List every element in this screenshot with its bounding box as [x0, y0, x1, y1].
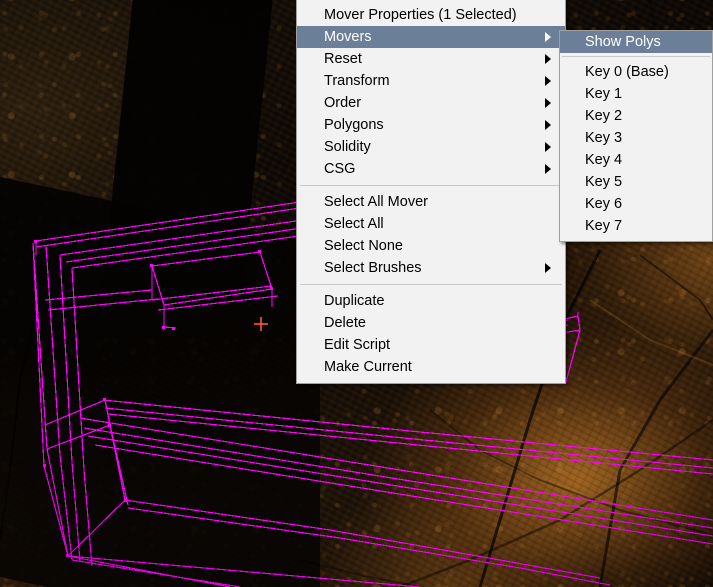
context-menu-item-select-all[interactable]: Select All	[297, 213, 565, 235]
context-menu-item-mover-properties-1-selected[interactable]: Mover Properties (1 Selected)	[297, 4, 565, 26]
menu-item-label: Movers	[324, 29, 372, 45]
context-menu-item-duplicate[interactable]: Duplicate	[297, 290, 565, 312]
menu-item-label: Key 4	[585, 152, 623, 168]
menu-separator	[300, 284, 562, 285]
submenu-item-key-7[interactable]: Key 7	[560, 215, 712, 237]
menu-item-label: Select None	[324, 238, 403, 254]
submenu-item-key-0-base[interactable]: Key 0 (Base)	[560, 61, 712, 83]
menu-separator	[562, 56, 710, 57]
context-menu-item-select-all-mover[interactable]: Select All Mover	[297, 191, 565, 213]
context-menu-item-solidity[interactable]: Solidity	[297, 136, 565, 158]
context-menu-item-transform[interactable]: Transform	[297, 70, 565, 92]
menu-item-label: Reset	[324, 51, 362, 67]
menu-item-label: CSG	[324, 161, 356, 177]
menu-item-label: Select Brushes	[324, 260, 422, 276]
submenu-item-show-polys[interactable]: Show Polys	[560, 31, 712, 53]
menu-item-label: Transform	[324, 73, 390, 89]
context-menu-item-select-none[interactable]: Select None	[297, 235, 565, 257]
submenu-item-key-2[interactable]: Key 2	[560, 105, 712, 127]
menu-item-label: Key 5	[585, 174, 623, 190]
context-menu-item-reset[interactable]: Reset	[297, 48, 565, 70]
menu-item-label: Select All	[324, 216, 384, 232]
submenu-chevron-right-icon	[545, 164, 551, 174]
submenu-chevron-right-icon	[545, 263, 551, 273]
menu-item-label: Delete	[324, 315, 366, 331]
context-menu-item-delete[interactable]: Delete	[297, 312, 565, 334]
menu-item-label: Key 7	[585, 218, 623, 234]
menu-item-label: Edit Script	[324, 337, 391, 353]
submenu-chevron-right-icon	[545, 76, 551, 86]
menu-item-label: Make Current	[324, 359, 412, 375]
submenu-item-key-3[interactable]: Key 3	[560, 127, 712, 149]
menu-item-label: Mover Properties (1 Selected)	[324, 7, 517, 23]
menu-separator	[300, 185, 562, 186]
context-menu-item-make-current[interactable]: Make Current	[297, 356, 565, 378]
menu-item-label: Key 1	[585, 86, 623, 102]
context-menu-item-select-brushes[interactable]: Select Brushes	[297, 257, 565, 279]
menu-item-label: Key 6	[585, 196, 623, 212]
menu-item-label: Key 2	[585, 108, 623, 124]
menu-item-label: Select All Mover	[324, 194, 428, 210]
context-menu-item-edit-script[interactable]: Edit Script	[297, 334, 565, 356]
context-menu-item-order[interactable]: Order	[297, 92, 565, 114]
submenu-chevron-right-icon	[545, 54, 551, 64]
menu-item-label: Show Polys	[585, 34, 661, 50]
menu-item-label: Solidity	[324, 139, 371, 155]
submenu-item-key-4[interactable]: Key 4	[560, 149, 712, 171]
submenu-item-key-5[interactable]: Key 5	[560, 171, 712, 193]
menu-item-label: Key 0 (Base)	[585, 64, 669, 80]
submenu-chevron-right-icon	[545, 120, 551, 130]
submenu-chevron-right-icon	[545, 98, 551, 108]
menu-item-label: Key 3	[585, 130, 623, 146]
submenu-item-key-1[interactable]: Key 1	[560, 83, 712, 105]
menu-item-label: Duplicate	[324, 293, 385, 309]
context-menu-item-csg[interactable]: CSG	[297, 158, 565, 180]
mover-context-menu[interactable]: Mover Properties (1 Selected) Movers Reset…	[296, 0, 566, 384]
submenu-chevron-right-icon	[545, 32, 551, 42]
context-menu-item-polygons[interactable]: Polygons	[297, 114, 565, 136]
menu-item-label: Order	[324, 95, 362, 111]
editor-screen: Mover Properties (1 Selected) Movers Reset…	[0, 0, 713, 587]
menu-item-label: Polygons	[324, 117, 384, 133]
context-menu-item-movers[interactable]: Movers	[297, 26, 565, 48]
submenu-chevron-right-icon	[545, 142, 551, 152]
submenu-item-key-6[interactable]: Key 6	[560, 193, 712, 215]
movers-submenu[interactable]: Show Polys Key 0 (Base) Key 1 Key 2 Key 3 Key…	[559, 30, 713, 242]
